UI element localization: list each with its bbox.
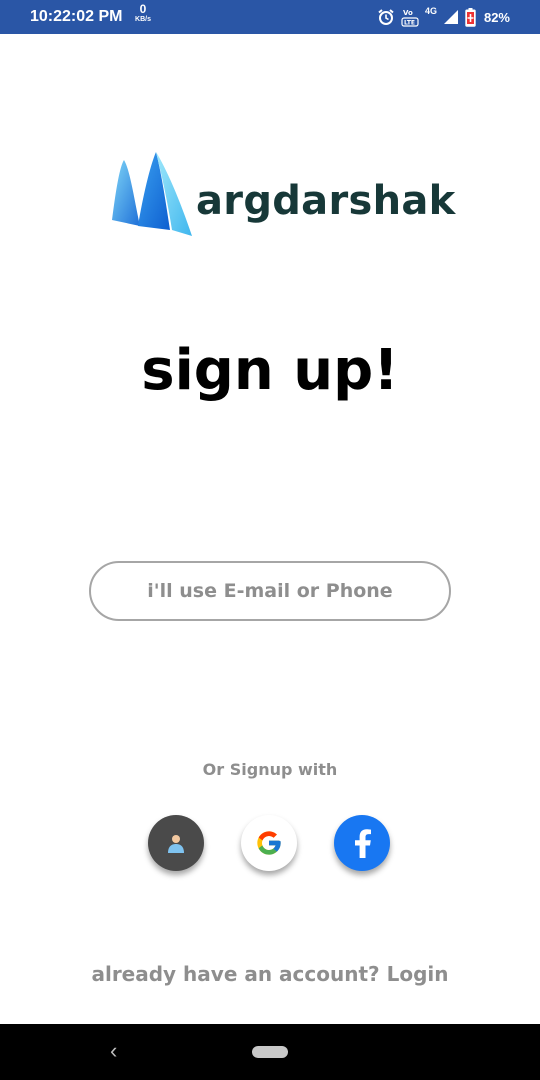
login-prompt-text: already have an account?	[91, 962, 380, 986]
guest-signup-button[interactable]	[148, 815, 204, 871]
app-logo: argdarshak	[110, 148, 455, 240]
network-speed: 0 KB/s	[130, 3, 156, 23]
svg-text:Vo: Vo	[403, 9, 413, 17]
network-speed-value: 0	[139, 2, 147, 16]
status-bar: 10:22:02 PM 0 KB/s Vo LTE 4G 82%	[0, 0, 540, 34]
login-prompt: already have an account? Login	[0, 962, 540, 986]
battery-level: 82%	[483, 9, 510, 25]
email-phone-signup-button[interactable]: i'll use E-mail or Phone	[89, 561, 451, 621]
network-type-icon: 4G	[424, 6, 437, 16]
status-icons: Vo LTE 4G 82%	[377, 6, 510, 28]
facebook-icon	[355, 829, 371, 858]
person-icon	[168, 835, 184, 853]
alarm-icon	[377, 8, 395, 26]
status-time: 10:22:02 PM	[30, 8, 123, 25]
google-signup-button[interactable]	[241, 815, 297, 871]
or-signup-with-label: Or Signup with	[202, 760, 338, 779]
login-link[interactable]: Login	[387, 962, 449, 986]
logo-mark-icon	[112, 152, 192, 236]
page-title: sign up!	[141, 338, 399, 403]
google-icon	[257, 831, 281, 855]
svg-text:LTE: LTE	[404, 20, 415, 27]
back-icon[interactable]: ‹	[110, 1040, 117, 1062]
volte-icon: Vo LTE	[401, 7, 419, 27]
signal-icon	[443, 9, 459, 25]
facebook-signup-button[interactable]	[334, 815, 390, 871]
home-pill-icon[interactable]	[252, 1046, 288, 1058]
battery-icon	[465, 7, 476, 27]
logo-text: argdarshak	[196, 178, 456, 224]
network-speed-unit: KB/s	[135, 16, 151, 23]
